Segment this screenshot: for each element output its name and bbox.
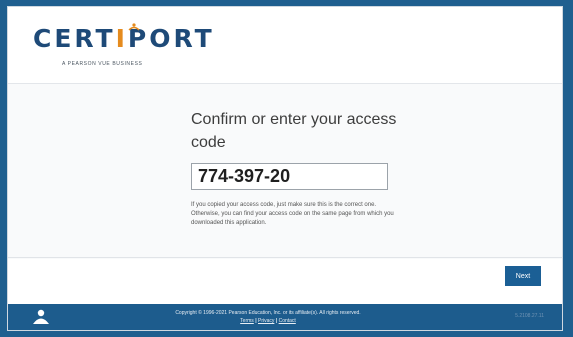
certiport-logo: CERTIPORT bbox=[33, 26, 215, 51]
logo-text-end: PORT bbox=[127, 24, 215, 53]
footer: Copyright © 1996-2021 Pearson Education,… bbox=[8, 304, 562, 330]
header: CERTIPORT A PEARSON VUE BUSINESS bbox=[8, 7, 562, 84]
access-code-prompt: Confirm or enter your access code bbox=[191, 111, 397, 151]
footer-links: Terms | Privacy | Contact bbox=[138, 318, 398, 325]
next-button[interactable]: Next bbox=[505, 266, 541, 286]
link-separator: | bbox=[255, 318, 257, 324]
copyright-text: Copyright © 1996-2021 Pearson Education,… bbox=[175, 310, 361, 316]
logo-text-accent: I bbox=[115, 24, 128, 53]
logo-text-start: CERT bbox=[33, 24, 116, 53]
app-window: CERTIPORT A PEARSON VUE BUSINESS Confirm… bbox=[7, 6, 563, 331]
action-divider bbox=[8, 257, 562, 258]
terms-link[interactable]: Terms bbox=[240, 318, 254, 324]
privacy-link[interactable]: Privacy bbox=[258, 318, 274, 324]
version-label: 5.2108.27.11 bbox=[515, 313, 544, 319]
logo-tagline: A PEARSON VUE BUSINESS bbox=[62, 61, 143, 67]
access-code-help-text: If you copied your access code, just mak… bbox=[191, 202, 394, 226]
contact-link[interactable]: Contact bbox=[279, 318, 296, 324]
logo-figure-icon bbox=[128, 23, 140, 31]
link-separator: | bbox=[275, 318, 278, 324]
person-icon bbox=[33, 309, 49, 324]
access-code-input[interactable]: 774-397-20 bbox=[191, 163, 388, 190]
main-content: Confirm or enter your access code 774-39… bbox=[8, 84, 562, 259]
